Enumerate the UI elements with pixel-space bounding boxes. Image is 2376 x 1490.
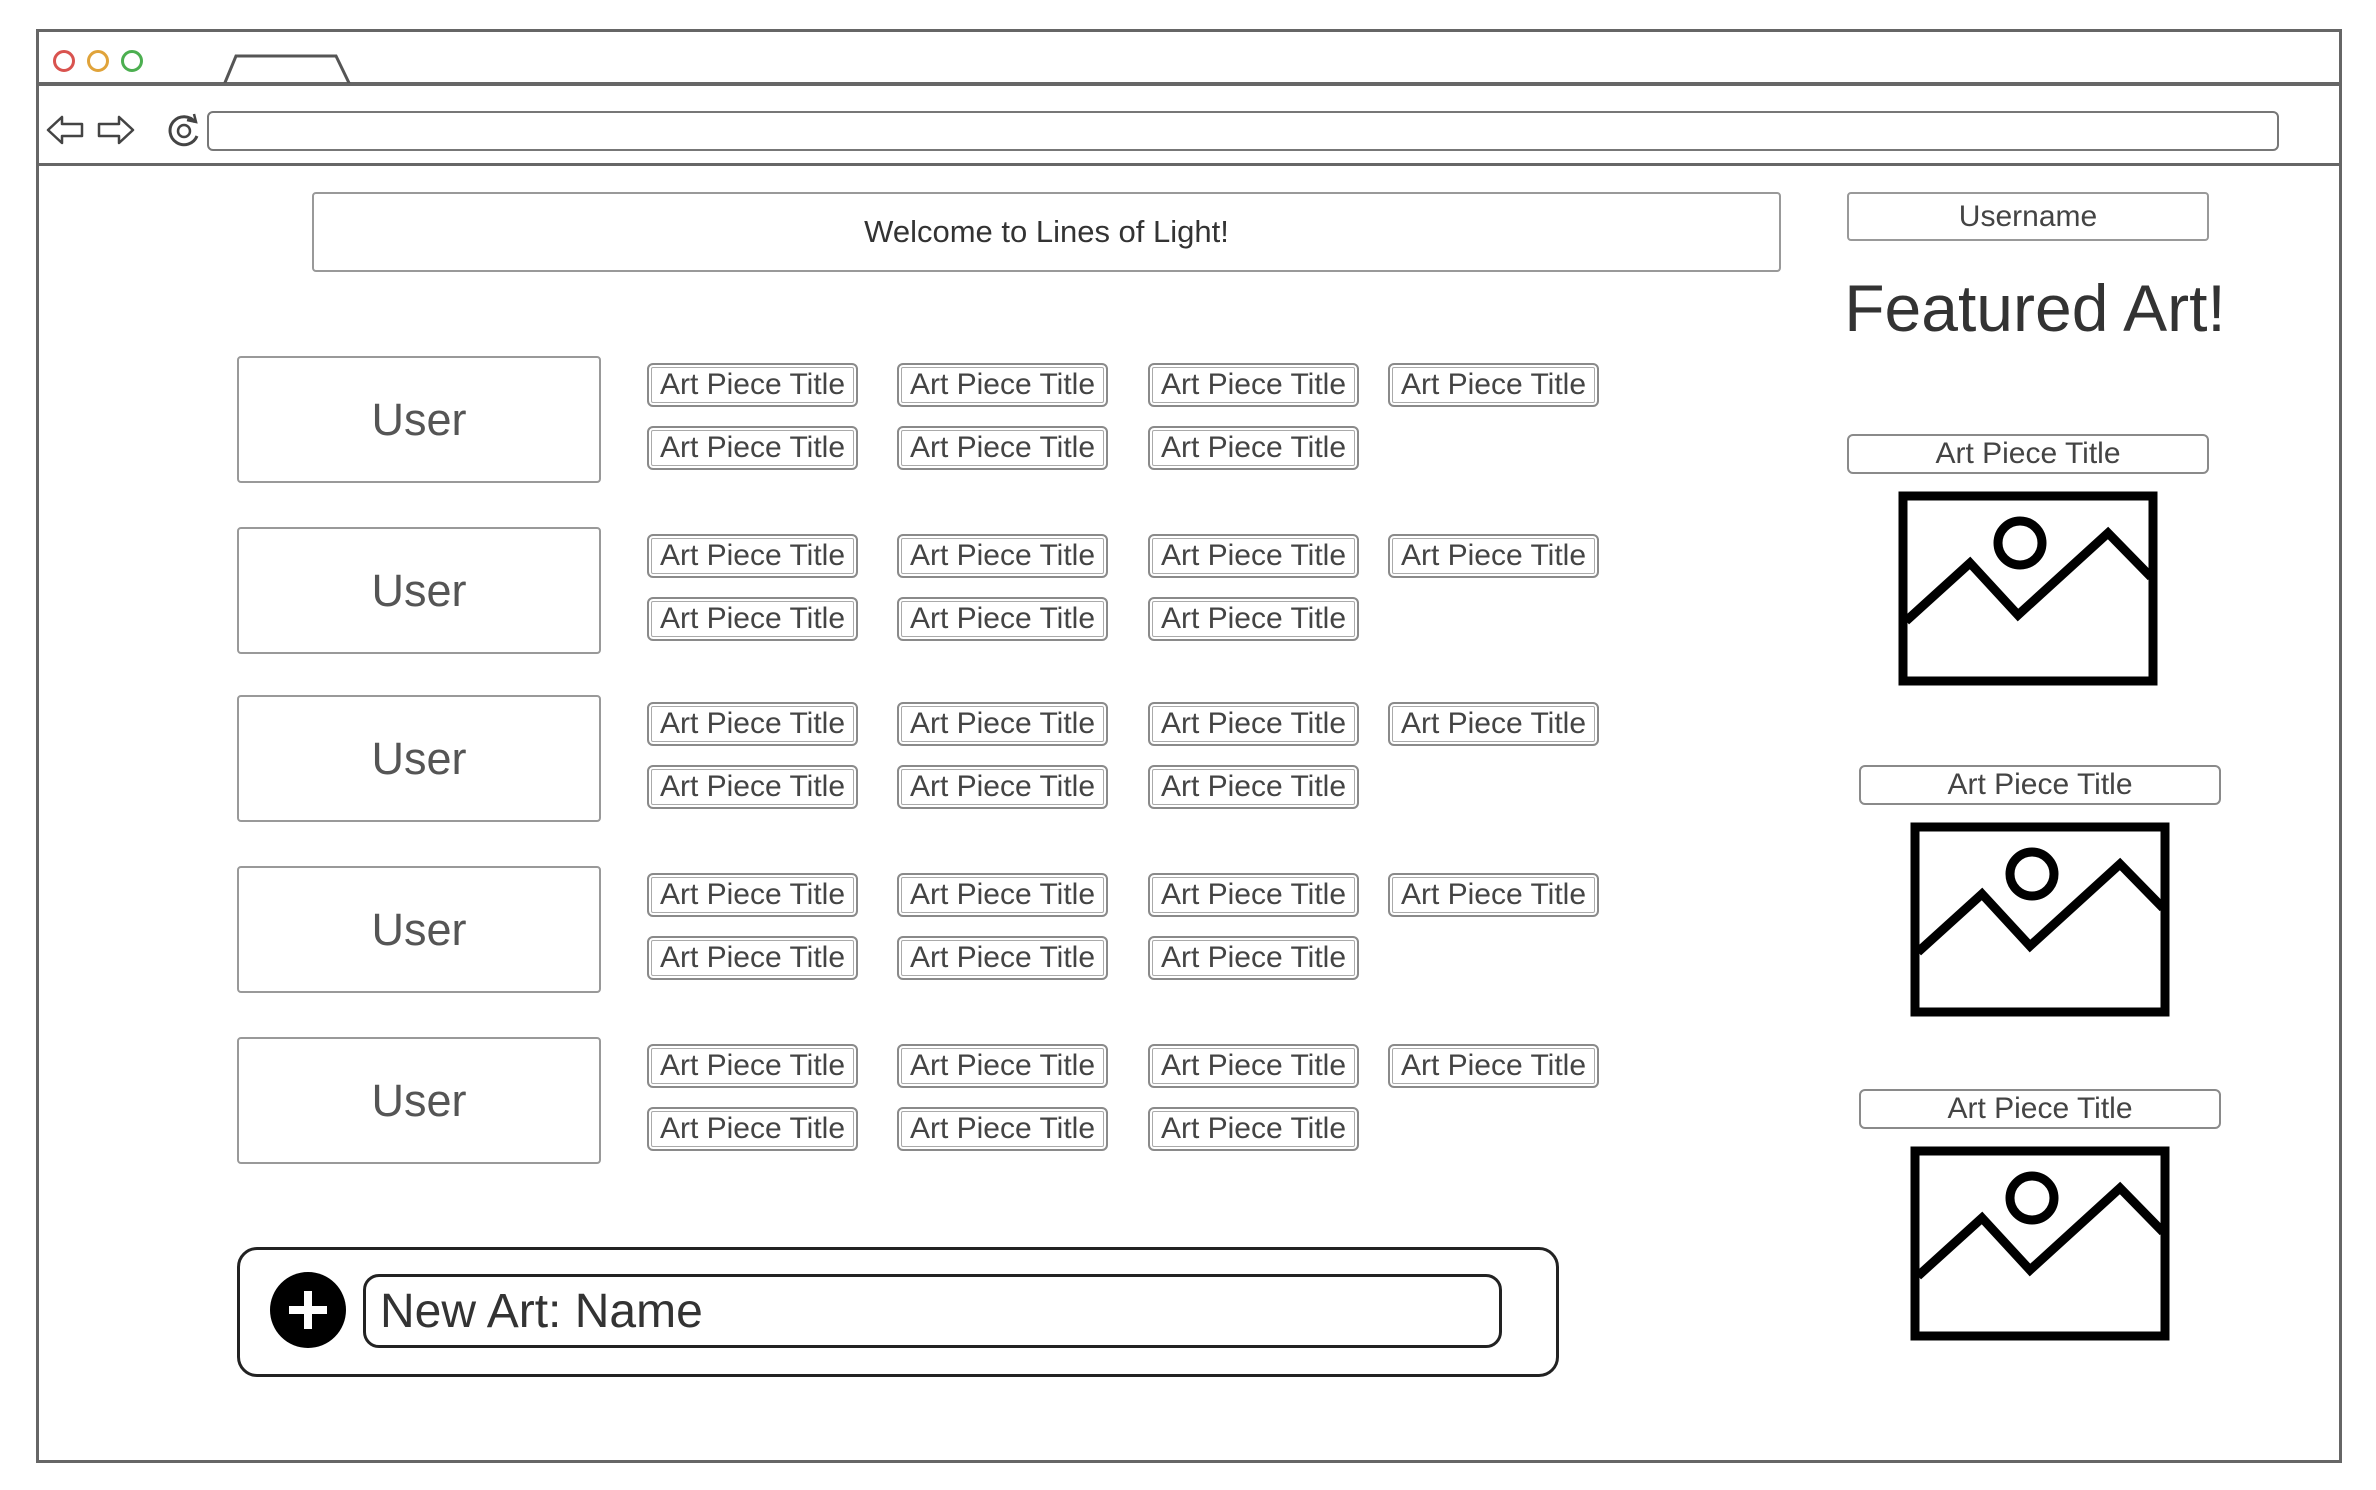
art-piece-link[interactable]: Art Piece Title [647,426,858,470]
user-button[interactable]: User [237,695,601,822]
featured-art-heading: Featured Art! [1844,271,2226,345]
art-piece-link[interactable]: Art Piece Title [1388,1044,1599,1088]
art-piece-link[interactable]: Art Piece Title [1148,363,1359,407]
url-input[interactable] [207,111,2279,151]
art-piece-link[interactable]: Art Piece Title [897,873,1108,917]
back-arrow-icon[interactable] [45,113,85,147]
minimize-window-button[interactable] [87,50,109,72]
reload-icon[interactable] [165,112,203,150]
image-placeholder-icon[interactable] [1910,822,2170,1017]
art-piece-link[interactable]: Art Piece Title [1388,873,1599,917]
browser-tab[interactable] [222,54,352,85]
art-piece-link[interactable]: Art Piece Title [897,597,1108,641]
art-piece-link[interactable]: Art Piece Title [647,936,858,980]
art-piece-link[interactable]: Art Piece Title [897,1107,1108,1151]
user-button[interactable]: User [237,527,601,654]
art-piece-link[interactable]: Art Piece Title [1148,936,1359,980]
art-piece-link[interactable]: Art Piece Title [897,702,1108,746]
art-piece-link[interactable]: Art Piece Title [647,597,858,641]
art-piece-link[interactable]: Art Piece Title [897,1044,1108,1088]
username-button[interactable]: Username [1847,192,2209,241]
add-art-button[interactable] [270,1272,346,1348]
art-piece-link[interactable]: Art Piece Title [897,426,1108,470]
welcome-banner: Welcome to Lines of Light! [312,192,1781,272]
featured-art-title[interactable]: Art Piece Title [1859,1089,2221,1129]
art-piece-link[interactable]: Art Piece Title [647,363,858,407]
close-window-button[interactable] [53,50,75,72]
title-bar [36,29,2342,85]
art-piece-link[interactable]: Art Piece Title [1148,426,1359,470]
art-piece-link[interactable]: Art Piece Title [1148,765,1359,809]
art-piece-link[interactable]: Art Piece Title [647,873,858,917]
art-piece-link[interactable]: Art Piece Title [1148,873,1359,917]
art-piece-link[interactable]: Art Piece Title [1148,597,1359,641]
art-piece-link[interactable]: Art Piece Title [647,534,858,578]
image-placeholder-icon[interactable] [1898,491,2158,686]
art-piece-link[interactable]: Art Piece Title [647,702,858,746]
art-piece-link[interactable]: Art Piece Title [1388,534,1599,578]
art-piece-link[interactable]: Art Piece Title [897,936,1108,980]
art-piece-link[interactable]: Art Piece Title [897,765,1108,809]
maximize-window-button[interactable] [121,50,143,72]
art-piece-link[interactable]: Art Piece Title [1148,702,1359,746]
image-placeholder-icon[interactable] [1910,1146,2170,1341]
art-piece-link[interactable]: Art Piece Title [1148,534,1359,578]
art-piece-link[interactable]: Art Piece Title [647,1107,858,1151]
user-button[interactable]: User [237,356,601,483]
art-piece-link[interactable]: Art Piece Title [647,1044,858,1088]
art-piece-link[interactable]: Art Piece Title [897,363,1108,407]
art-piece-link[interactable]: Art Piece Title [897,534,1108,578]
art-piece-link[interactable]: Art Piece Title [1388,702,1599,746]
art-piece-link[interactable]: Art Piece Title [1148,1044,1359,1088]
featured-art-title[interactable]: Art Piece Title [1847,434,2209,474]
forward-arrow-icon[interactable] [96,113,136,147]
art-piece-link[interactable]: Art Piece Title [1388,363,1599,407]
user-button[interactable]: User [237,1037,601,1164]
user-button[interactable]: User [237,866,601,993]
art-piece-link[interactable]: Art Piece Title [1148,1107,1359,1151]
art-piece-link[interactable]: Art Piece Title [647,765,858,809]
new-art-name-input[interactable]: New Art: Name [363,1274,1502,1348]
plus-circle-icon [289,1291,327,1329]
featured-art-title[interactable]: Art Piece Title [1859,765,2221,805]
